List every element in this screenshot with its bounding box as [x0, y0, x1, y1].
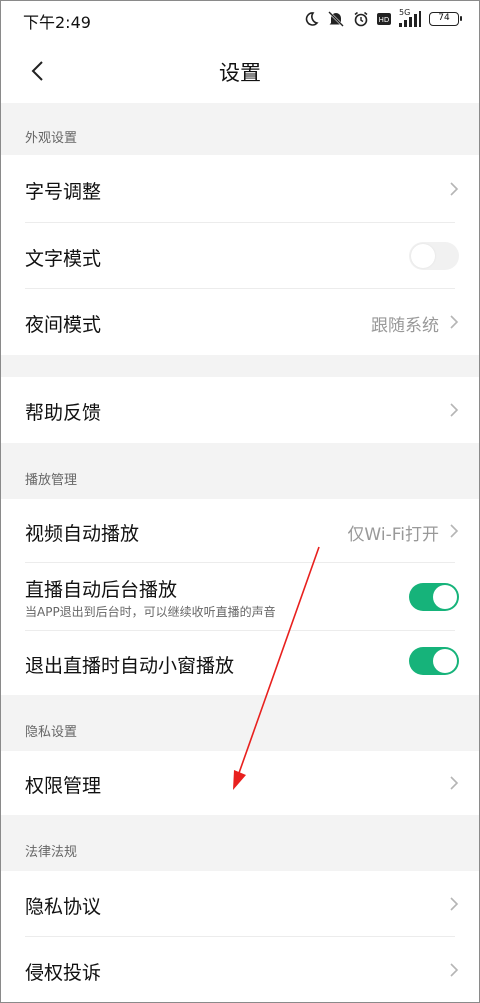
- row-night-mode[interactable]: 夜间模式 跟随系统: [1, 289, 479, 355]
- section-title: 法律法规: [25, 845, 78, 860]
- chevron-right-icon: [450, 897, 459, 911]
- section-title: 外观设置: [25, 131, 78, 146]
- row-label: 视频自动播放: [25, 523, 140, 545]
- section-title: 隐私设置: [25, 725, 78, 740]
- row-description: 当APP退出到后台时，可以继续收听直播的声音: [25, 605, 276, 619]
- row-label: 退出直播时自动小窗播放: [25, 655, 235, 677]
- row-label: 侵权投诉: [25, 962, 102, 984]
- text-mode-toggle[interactable]: [409, 242, 459, 270]
- live-mini-window-toggle[interactable]: [409, 647, 459, 675]
- chevron-right-icon: [450, 776, 459, 790]
- chevron-right-icon: [450, 403, 459, 417]
- row-value: 跟随系统: [371, 316, 439, 336]
- row-infringement[interactable]: 侵权投诉: [1, 937, 479, 1002]
- status-icons: HD 5G 74: [303, 8, 462, 29]
- mute-icon: [327, 11, 345, 27]
- row-label: 字号调整: [25, 181, 102, 203]
- row-label: 直播自动后台播放: [25, 579, 178, 601]
- hd-icon: HD: [377, 13, 391, 25]
- battery-icon: 74: [429, 12, 462, 26]
- chevron-right-icon: [450, 524, 459, 538]
- svg-text:HD: HD: [379, 16, 390, 24]
- chevron-right-icon: [450, 963, 459, 977]
- status-bar: 下午2:49 HD 5G 74: [1, 1, 479, 37]
- toggle-knob: [433, 585, 457, 609]
- section-header-appearance: 外观设置: [1, 103, 479, 155]
- row-label: 帮助反馈: [25, 402, 102, 424]
- network-type: 5G: [399, 8, 411, 17]
- row-label: 隐私协议: [25, 896, 102, 918]
- row-label: 夜间模式: [25, 314, 102, 336]
- page-title: 设置: [219, 61, 261, 85]
- section-title: 播放管理: [25, 473, 78, 488]
- status-time: 下午2:49: [23, 13, 91, 32]
- section-header-legal: 法律法规: [1, 815, 479, 871]
- row-help-feedback[interactable]: 帮助反馈: [1, 377, 479, 443]
- row-permissions[interactable]: 权限管理: [1, 751, 479, 815]
- row-value: 仅Wi-Fi打开: [347, 525, 439, 545]
- live-background-toggle[interactable]: [409, 583, 459, 611]
- alarm-icon: [353, 11, 369, 27]
- row-live-mini-window: 退出直播时自动小窗播放: [1, 631, 479, 695]
- row-video-autoplay[interactable]: 视频自动播放 仅Wi-Fi打开: [1, 499, 479, 563]
- signal-icon: 5G: [399, 8, 421, 27]
- moon-icon: [303, 11, 319, 27]
- toggle-knob: [411, 244, 435, 268]
- settings-screen: 下午2:49 HD 5G 74 设置 外观设置 字号调整 文字模式 夜间模式 跟…: [0, 0, 480, 1003]
- chevron-right-icon: [450, 182, 459, 196]
- row-privacy-policy[interactable]: 隐私协议: [1, 871, 479, 937]
- row-label: 文字模式: [25, 248, 102, 270]
- section-header-privacy: 隐私设置: [1, 695, 479, 751]
- toggle-knob: [433, 649, 457, 673]
- section-spacer: [1, 355, 479, 377]
- row-text-mode: 文字模式: [1, 223, 479, 289]
- row-label: 权限管理: [25, 775, 102, 797]
- title-bar: 设置: [1, 37, 479, 103]
- row-live-background: 直播自动后台播放 当APP退出到后台时，可以继续收听直播的声音: [1, 563, 479, 631]
- row-font-size[interactable]: 字号调整: [1, 155, 479, 223]
- section-header-playback: 播放管理: [1, 443, 479, 499]
- chevron-right-icon: [450, 315, 459, 329]
